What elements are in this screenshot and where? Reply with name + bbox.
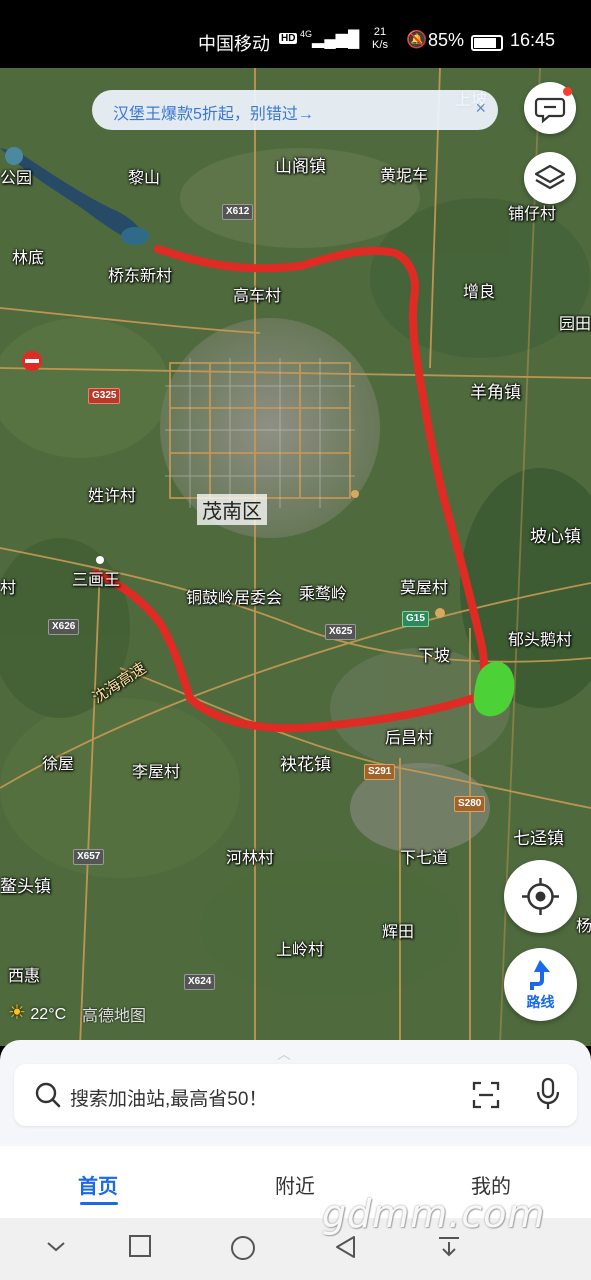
place-label: 西惠 (8, 968, 41, 985)
place-label: 坡心镇 (530, 527, 581, 546)
road-badge: S291 (364, 764, 396, 780)
map-brand-logo: 高德地图 (82, 1008, 147, 1025)
place-label: 河林村 (226, 850, 275, 867)
place-label: 莫屋村 (400, 580, 449, 597)
route-label: 路线 (526, 994, 555, 1010)
place-label: 鳌头镇 (0, 877, 51, 896)
road-badge: X625 (325, 624, 357, 640)
recents-square-icon[interactable] (128, 1234, 152, 1258)
watermark: gdmm.com (322, 1192, 546, 1236)
pond (5, 147, 23, 165)
network-speed: 21 K/s (368, 26, 392, 52)
road-badge: X657 (73, 849, 105, 865)
road-badge: X624 (184, 974, 216, 990)
district-label: 茂南区 (197, 494, 267, 525)
place-label: 园田 (559, 316, 591, 333)
place-label: 七迳镇 (513, 829, 564, 848)
place-label: 徐屋 (42, 756, 75, 773)
road-badge: X612 (222, 204, 254, 220)
route-button[interactable]: 路线 (504, 948, 577, 1021)
search-icon (35, 1082, 61, 1108)
wifi-icon: ◠ (338, 32, 352, 49)
road-badge: G15 (402, 611, 429, 627)
back-triangle-icon[interactable] (333, 1234, 359, 1260)
place-label: 增良 (463, 284, 496, 301)
road-badge: X626 (48, 619, 80, 635)
place-label: 李屋村 (132, 764, 181, 781)
place-label: 上岭村 (276, 942, 325, 959)
search-input[interactable]: 搜索加油站,最高省50！ (70, 1084, 267, 1111)
status-bar: 中国移动 HD 4G▂▄▆█ ◠ 21 K/s 🔕 85% 16:45 (0, 0, 591, 68)
road-badge: S280 (454, 796, 486, 812)
place-label: 山阁镇 (275, 157, 326, 176)
message-button[interactable] (524, 82, 576, 134)
promo-text[interactable]: 汉堡王爆款5折起，别错过→ (113, 100, 314, 124)
place-label: 羊角镇 (470, 383, 521, 402)
layers-button[interactable] (524, 152, 576, 204)
place-label: 三画王 (72, 572, 121, 589)
no-entry-icon (22, 351, 42, 371)
speed-value: 21 (373, 26, 387, 38)
place-label: 乘鹜岭 (299, 586, 348, 603)
place-label: 铜鼓岭居委会 (186, 590, 283, 607)
battery-percent: 85% (428, 30, 465, 50)
road-badge: G325 (88, 388, 121, 404)
clock: 16:45 (510, 30, 556, 50)
network-type: 4G (300, 29, 313, 39)
place-label: 林底 (12, 250, 45, 267)
scan-icon[interactable] (471, 1080, 501, 1110)
notification-pull-icon[interactable] (436, 1234, 462, 1260)
place-label: 公园 (0, 170, 33, 187)
place-label: 后昌村 (385, 730, 434, 747)
notification-dot (563, 87, 572, 96)
place-label: 村 (0, 580, 17, 597)
temperature: 22°C (30, 1006, 67, 1023)
crosshair-icon (522, 878, 559, 915)
junction-dot (435, 608, 445, 618)
speed-unit: K/s (372, 39, 388, 51)
satellite-map (0, 68, 591, 1046)
urban-area (160, 318, 380, 538)
chevron-down-icon[interactable] (44, 1234, 68, 1258)
sun-icon: ☀ (8, 1002, 26, 1024)
microphone-icon[interactable] (535, 1077, 561, 1111)
layers-icon (534, 164, 566, 190)
hd-badge: HD (279, 33, 298, 44)
close-icon[interactable]: × (475, 98, 486, 119)
place-label: 黄坭车 (380, 168, 429, 185)
place-label: 黎山 (128, 170, 161, 187)
carrier-label: 中国移动 (198, 34, 270, 54)
mute-bell-icon: 🔕 (406, 30, 428, 49)
weather-widget[interactable]: ☀ 22°C (8, 1000, 66, 1025)
junction-dot (351, 490, 359, 498)
tab-home[interactable]: 首页 (78, 1170, 118, 1199)
battery-icon (471, 35, 503, 51)
search-bar[interactable]: 搜索加油站,最高省50！ (14, 1064, 577, 1126)
pond (121, 227, 149, 245)
place-label: 高车村 (233, 288, 282, 305)
place-label: 辉田 (382, 924, 415, 941)
bottom-sheet[interactable]: ︿ 搜索加油站,最高省50！ (0, 1040, 591, 1146)
place-label: 桥东新村 (108, 268, 173, 285)
place-label: 下七道 (400, 850, 449, 867)
place-label: 袂花镇 (280, 755, 331, 774)
place-dot (96, 556, 104, 564)
chevron-up-icon[interactable]: ︿ (277, 1044, 291, 1064)
home-circle-icon[interactable] (229, 1234, 257, 1262)
promo-banner[interactable]: 汉堡王爆款5折起，别错过→ × (92, 90, 498, 130)
place-label: 杨 (576, 918, 591, 935)
locate-button[interactable] (504, 860, 577, 933)
tab-nearby[interactable]: 附近 (275, 1170, 315, 1199)
place-label: 姓许村 (88, 488, 137, 505)
active-tab-indicator (80, 1202, 118, 1205)
place-label: 郁头鹅村 (508, 632, 573, 649)
map-view[interactable]: 公园 黎山 山阁镇 黄坭车 铺仔村 林底 桥东新村 高车村 增良 园田 羊角镇 … (0, 68, 591, 1046)
place-label: 下坡 (418, 648, 451, 665)
